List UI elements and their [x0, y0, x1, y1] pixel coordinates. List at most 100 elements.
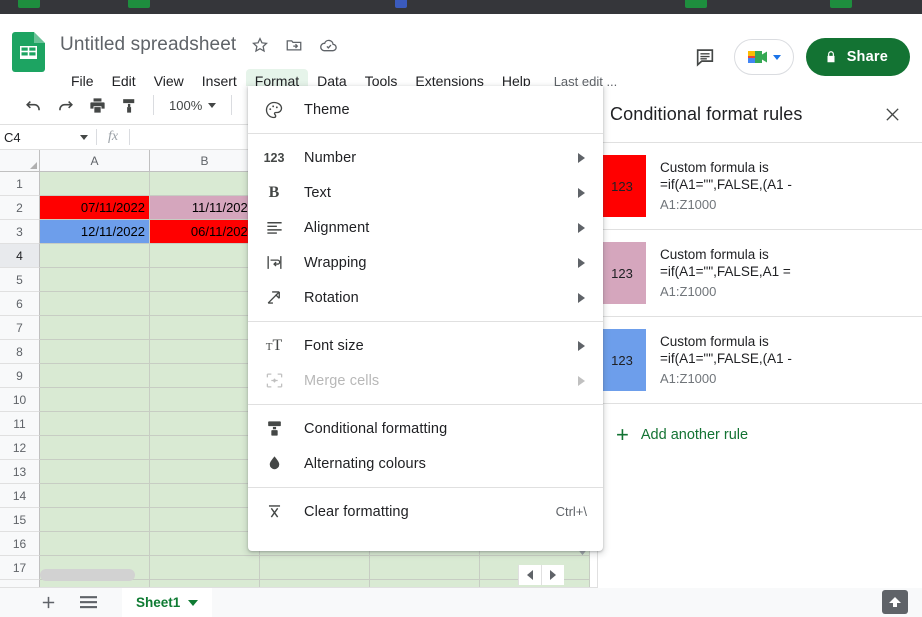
- menu-item-conditional-formatting[interactable]: Conditional formatting: [248, 411, 603, 446]
- grid-cell[interactable]: [150, 460, 260, 484]
- grid-cell[interactable]: [40, 364, 150, 388]
- grid-cell[interactable]: [150, 532, 260, 556]
- grid-cell[interactable]: [150, 268, 260, 292]
- sheet-tab-sheet1[interactable]: Sheet1: [122, 587, 213, 617]
- grid-cell[interactable]: [370, 580, 480, 587]
- row-header[interactable]: 14: [0, 484, 40, 508]
- saved-to-drive-icon[interactable]: [318, 35, 338, 55]
- grid-cell[interactable]: [150, 580, 260, 587]
- share-button[interactable]: Share: [805, 38, 910, 76]
- grid-cell[interactable]: 07/11/2022: [40, 196, 150, 220]
- row-header[interactable]: 4: [0, 244, 40, 268]
- row-header[interactable]: 5: [0, 268, 40, 292]
- name-box[interactable]: C4: [0, 125, 96, 149]
- google-meet-button[interactable]: [733, 39, 794, 75]
- conditional-format-rule[interactable]: 123 Custom formula is =if(A1="",FALSE,(A1 …: [598, 316, 922, 403]
- scroll-right-button[interactable]: [541, 565, 564, 585]
- row-header[interactable]: 11: [0, 412, 40, 436]
- browser-tab[interactable]: [685, 0, 707, 8]
- paint-format-icon[interactable]: [114, 90, 144, 120]
- row-header[interactable]: 3: [0, 220, 40, 244]
- menu-item-theme[interactable]: Theme: [248, 92, 603, 127]
- document-title[interactable]: Untitled spreadsheet: [60, 34, 236, 56]
- grid-cell[interactable]: [150, 484, 260, 508]
- browser-tab[interactable]: [18, 0, 40, 8]
- move-to-folder-icon[interactable]: [284, 35, 304, 55]
- grid-cell[interactable]: [40, 484, 150, 508]
- row-header[interactable]: 13: [0, 460, 40, 484]
- column-header-b[interactable]: B: [150, 150, 260, 172]
- grid-cell[interactable]: [40, 244, 150, 268]
- menu-item-alternating-colours[interactable]: Alternating colours: [248, 446, 603, 481]
- menu-item-number[interactable]: 123 Number: [248, 140, 603, 175]
- browser-tab[interactable]: [395, 0, 407, 8]
- grid-cell[interactable]: 12/11/2022: [40, 220, 150, 244]
- grid-cell[interactable]: [150, 412, 260, 436]
- grid-cell[interactable]: [40, 172, 150, 196]
- grid-cell[interactable]: [40, 436, 150, 460]
- grid-cell[interactable]: [40, 388, 150, 412]
- select-all-corner[interactable]: [0, 150, 40, 172]
- grid-cell[interactable]: [40, 292, 150, 316]
- row-header[interactable]: 7: [0, 316, 40, 340]
- grid-cell[interactable]: [150, 244, 260, 268]
- row-header[interactable]: 9: [0, 364, 40, 388]
- grid-cell[interactable]: [150, 436, 260, 460]
- grid-cell[interactable]: [150, 340, 260, 364]
- chevron-down-icon[interactable]: [188, 599, 199, 606]
- menu-item-text[interactable]: B Text: [248, 175, 603, 210]
- print-icon[interactable]: [82, 90, 112, 120]
- grid-cell[interactable]: [260, 580, 370, 587]
- star-icon[interactable]: [250, 35, 270, 55]
- conditional-format-rule[interactable]: 123 Custom formula is =if(A1="",FALSE,A1 =…: [598, 229, 922, 316]
- scroll-left-button[interactable]: [518, 565, 541, 585]
- menu-item-alignment[interactable]: Alignment: [248, 210, 603, 245]
- all-sheets-icon[interactable]: [68, 588, 108, 617]
- column-header-a[interactable]: A: [40, 150, 150, 172]
- horizontal-scrollbar-thumb[interactable]: [40, 569, 135, 581]
- redo-icon[interactable]: [50, 90, 80, 120]
- grid-cell[interactable]: [150, 172, 260, 196]
- zoom-control[interactable]: 100%: [163, 95, 222, 116]
- undo-icon[interactable]: [18, 90, 48, 120]
- row-header[interactable]: 8: [0, 340, 40, 364]
- conditional-format-rule[interactable]: 123 Custom formula is =if(A1="",FALSE,(A1 …: [598, 142, 922, 229]
- grid-cell[interactable]: [40, 412, 150, 436]
- menu-item-clear-formatting[interactable]: Clear formatting Ctrl+\: [248, 494, 603, 529]
- grid-cell[interactable]: [40, 340, 150, 364]
- row-header[interactable]: 16: [0, 532, 40, 556]
- browser-tab[interactable]: [830, 0, 852, 8]
- row-header[interactable]: 2: [0, 196, 40, 220]
- explore-button[interactable]: [882, 590, 908, 614]
- browser-tab[interactable]: [128, 0, 150, 8]
- grid-cell[interactable]: [150, 364, 260, 388]
- grid-cell[interactable]: [40, 532, 150, 556]
- grid-cell[interactable]: [150, 292, 260, 316]
- horizontal-scrollbar[interactable]: [40, 569, 560, 581]
- row-header[interactable]: 1: [0, 172, 40, 196]
- row-header[interactable]: 10: [0, 388, 40, 412]
- menu-item-wrapping[interactable]: Wrapping: [248, 245, 603, 280]
- row-header[interactable]: 12: [0, 436, 40, 460]
- grid-cell[interactable]: [40, 508, 150, 532]
- row-header[interactable]: 17: [0, 556, 40, 580]
- grid-cell[interactable]: [40, 268, 150, 292]
- grid-cell[interactable]: [40, 580, 150, 587]
- grid-cell[interactable]: [40, 316, 150, 340]
- rule-range: A1:Z1000: [660, 284, 717, 299]
- close-icon[interactable]: [878, 100, 906, 128]
- grid-cell[interactable]: [150, 388, 260, 412]
- grid-cell[interactable]: [40, 460, 150, 484]
- grid-cell[interactable]: [150, 316, 260, 340]
- menu-item-rotation[interactable]: Rotation: [248, 280, 603, 315]
- grid-cell[interactable]: 06/11/2022: [150, 220, 260, 244]
- comment-icon[interactable]: [688, 40, 722, 74]
- grid-cell[interactable]: 11/11/2022: [150, 196, 260, 220]
- row-header[interactable]: 18: [0, 580, 40, 587]
- row-header[interactable]: 15: [0, 508, 40, 532]
- add-another-rule-button[interactable]: + Add another rule: [598, 403, 922, 465]
- grid-cell[interactable]: [150, 508, 260, 532]
- row-header[interactable]: 6: [0, 292, 40, 316]
- menu-item-font-size[interactable]: TT Font size: [248, 328, 603, 363]
- add-sheet-icon[interactable]: [28, 588, 68, 617]
